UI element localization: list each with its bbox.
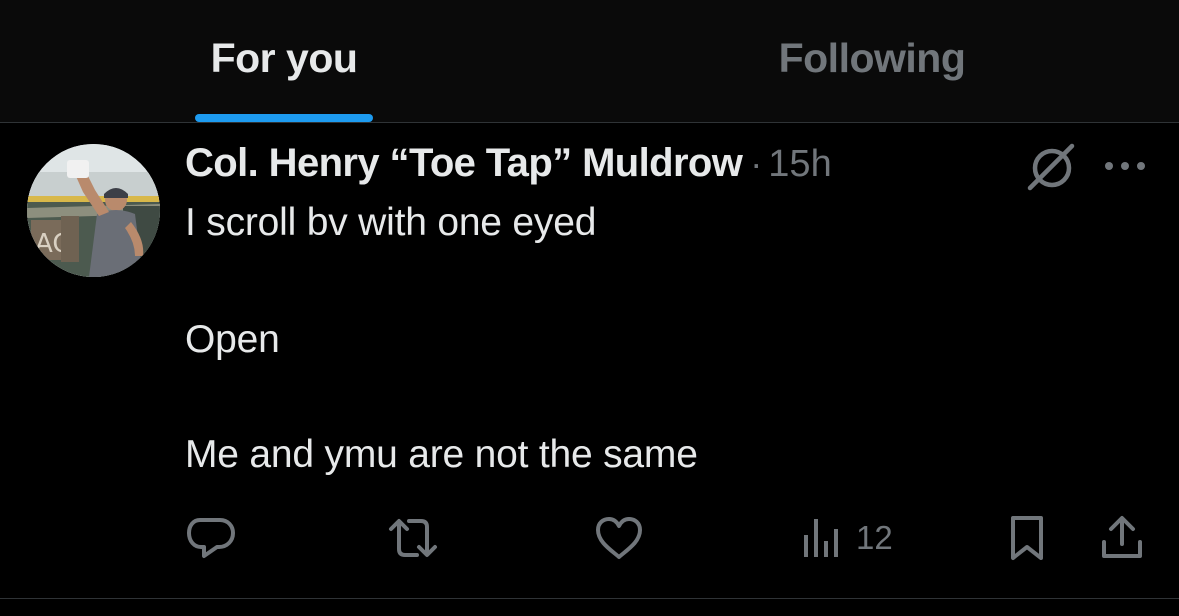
tab-for-you-label: For you (210, 35, 358, 81)
reply-icon (187, 518, 235, 558)
avatar[interactable]: AC (27, 144, 160, 277)
grok-icon[interactable] (1024, 141, 1080, 193)
post-divider (0, 598, 1179, 599)
more-options-icon[interactable] (1102, 151, 1148, 181)
views-count: 12 (856, 519, 893, 556)
post-text-line-1: I scroll bv with one eyed (185, 201, 597, 244)
heart-icon (596, 517, 642, 559)
post[interactable]: AC Col. Henry “Toe Tap” Muldrow · 15h I … (0, 123, 1179, 598)
repost-button[interactable] (385, 508, 441, 568)
like-button[interactable] (594, 508, 644, 568)
share-icon (1102, 516, 1142, 558)
share-button[interactable] (1098, 508, 1146, 568)
tab-for-you[interactable]: For you (84, 0, 484, 122)
meta-separator: · (750, 143, 763, 184)
post-timestamp[interactable]: 15h (768, 143, 831, 186)
bookmark-button[interactable] (1005, 508, 1049, 568)
post-header: Col. Henry “Toe Tap” Muldrow · 15h (185, 141, 832, 186)
timeline-tab-bar: For you Following (0, 0, 1179, 123)
tab-following[interactable]: Following (672, 0, 1072, 122)
active-tab-indicator (195, 114, 373, 122)
reply-button[interactable] (186, 508, 236, 568)
tab-following-label: Following (778, 35, 966, 81)
post-text-line-3: Me and ymu are not the same (185, 433, 698, 476)
post-action-bar: 12 (0, 508, 1179, 568)
bar-chart-icon (804, 519, 838, 557)
repost-icon (389, 519, 437, 557)
bookmark-icon (1011, 516, 1043, 560)
avatar-photo: AC (27, 144, 160, 277)
post-text-line-2: Open (185, 318, 280, 361)
views-button[interactable]: 12 (800, 508, 893, 568)
author-name[interactable]: Col. Henry “Toe Tap” Muldrow (185, 141, 743, 186)
